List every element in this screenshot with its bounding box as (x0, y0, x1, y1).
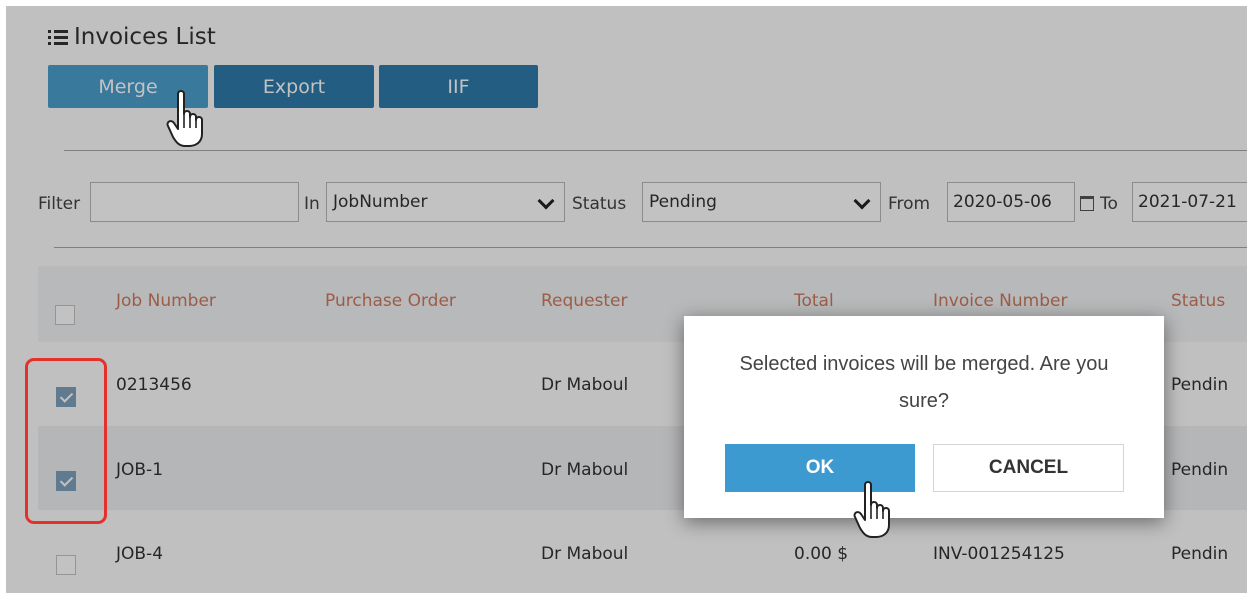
invoices-page: Invoices List Merge Export IIF Filter In… (6, 6, 1247, 593)
selection-highlight-annotation (25, 358, 107, 524)
dialog-message-line-2: sure? (898, 390, 950, 412)
hand-cursor-icon (166, 90, 203, 147)
cancel-button[interactable]: CANCEL (933, 444, 1124, 492)
confirm-dialog: Selected invoices will be merged. Are yo… (684, 316, 1164, 518)
dialog-message-line-1: Selected invoices will be merged. Are yo… (739, 353, 1109, 375)
dialog-message: Selected invoices will be merged. Are yo… (684, 346, 1164, 420)
hand-cursor-icon (853, 481, 890, 538)
